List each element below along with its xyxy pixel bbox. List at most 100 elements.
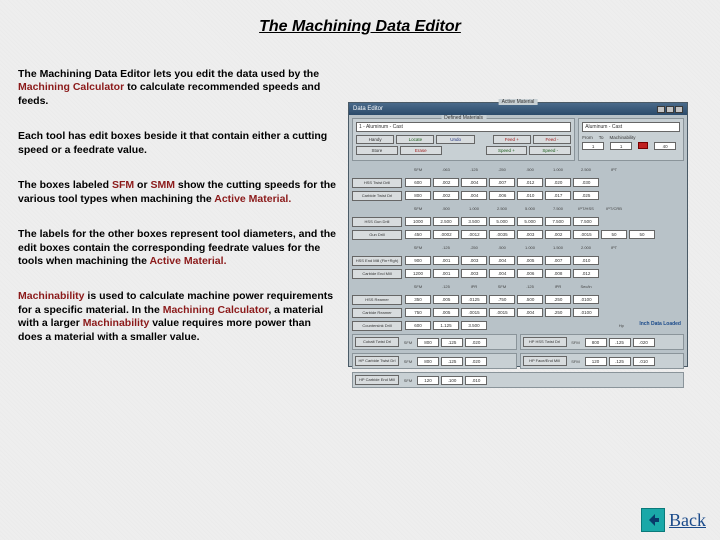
data-cell[interactable]: .0100 [573,308,599,317]
data-cell[interactable]: .010 [517,191,543,200]
data-cell[interactable]: 900 [405,256,431,265]
data-cell[interactable]: .025 [573,191,599,200]
data-cell[interactable]: .004 [461,191,487,200]
data-cell[interactable]: .004 [489,269,515,278]
data-cell[interactable]: .012 [573,269,599,278]
data-cell[interactable]: .004 [517,308,543,317]
data-cell[interactable]: .0035 [489,230,515,239]
minimize-icon[interactable] [657,106,665,113]
data-cell[interactable]: 2.500 [433,217,459,226]
speed-plus-button[interactable]: Speed + [486,146,528,155]
data-cell[interactable]: 1200 [405,269,431,278]
feed-minus-button[interactable]: Feed - [533,135,571,144]
data-cell[interactable]: 3.500 [461,321,487,330]
data-cell[interactable]: .006 [489,191,515,200]
data-cell[interactable]: .250 [545,295,571,304]
data-cell[interactable]: .030 [573,178,599,187]
data-cell[interactable]: .125 [609,357,631,366]
data-cell[interactable]: 600 [405,321,431,330]
to-input[interactable]: 1 [610,142,632,150]
data-cell[interactable]: .003 [461,256,487,265]
maximize-icon[interactable] [666,106,674,113]
data-cell[interactable]: 5.000 [489,217,515,226]
data-cell[interactable]: 50 [629,230,655,239]
col-header: .063 [433,165,459,174]
machinability-input[interactable]: 40 [654,142,676,150]
data-cell[interactable]: 600 [405,178,431,187]
data-cell[interactable]: .0015 [573,230,599,239]
data-cell[interactable]: .020 [465,357,487,366]
data-cell[interactable]: .125 [609,338,631,347]
para-3: The boxes labeled SFM or SMM show the cu… [18,179,338,206]
data-cell[interactable]: .001 [433,256,459,265]
data-cell[interactable]: .750 [489,295,515,304]
data-cell[interactable]: .0125 [461,295,487,304]
data-cell[interactable]: .125 [441,357,463,366]
data-cell[interactable]: .010 [633,357,655,366]
data-cell[interactable]: .002 [433,191,459,200]
locate-button[interactable]: Locate [396,135,434,144]
erase-button[interactable]: Erase [400,146,442,155]
feed-plus-button[interactable]: Feed + [493,135,531,144]
data-cell[interactable]: 120 [417,376,439,385]
data-cell[interactable]: 5.000 [517,217,543,226]
data-cell[interactable]: .006 [517,269,543,278]
data-cell[interactable]: .004 [461,178,487,187]
bottom-panel: Cobalt Twist DrlSFM800.125.020 [352,334,517,350]
data-cell[interactable]: 1000 [405,217,431,226]
data-cell[interactable]: .002 [433,178,459,187]
data-cell[interactable]: .001 [433,269,459,278]
close-icon[interactable] [675,106,683,113]
data-cell[interactable]: 50 [601,230,627,239]
data-cell[interactable]: .0002 [433,230,459,239]
data-cell[interactable]: .010 [573,256,599,265]
data-cell[interactable]: 1.125 [433,321,459,330]
col-header: SFM [405,243,431,252]
handy-button[interactable]: Handy [356,135,394,144]
undo-button[interactable]: Undo [436,135,474,144]
data-cell[interactable]: .004 [489,256,515,265]
data-cell[interactable]: .002 [545,230,571,239]
data-cell[interactable]: .0012 [461,230,487,239]
store-button[interactable]: Store [356,146,398,155]
col-header: 1.500 [545,243,571,252]
back-link[interactable]: Back [641,508,706,532]
data-cell[interactable]: .012 [517,178,543,187]
data-cell[interactable]: 7.500 [545,217,571,226]
window-content: Defined Materials 1 - Aluminum - Cast Ha… [349,115,687,391]
data-cell[interactable]: .0100 [573,295,599,304]
data-cell[interactable]: .020 [465,338,487,347]
data-cell[interactable]: .020 [545,178,571,187]
data-cell[interactable]: .007 [489,178,515,187]
data-cell[interactable]: .500 [517,295,543,304]
data-cell[interactable]: .0015 [461,308,487,317]
data-cell[interactable]: .020 [633,338,655,347]
data-cell[interactable]: .003 [461,269,487,278]
data-cell[interactable]: 800 [585,338,607,347]
data-cell[interactable]: .0015 [489,308,515,317]
data-cell[interactable]: .017 [545,191,571,200]
data-cell[interactable]: 3.500 [461,217,487,226]
data-cell[interactable]: .250 [545,308,571,317]
speed-minus-button[interactable]: Speed - [529,146,571,155]
data-cell[interactable]: 750 [405,308,431,317]
data-cell[interactable]: .008 [545,269,571,278]
data-cell[interactable]: 800 [417,338,439,347]
data-cell[interactable]: .010 [465,376,487,385]
material-dropdown[interactable]: 1 - Aluminum - Cast [356,122,571,132]
data-cell[interactable]: 120 [585,357,607,366]
from-input[interactable]: 1 [582,142,604,150]
data-cell[interactable]: 350 [405,295,431,304]
data-cell[interactable]: .005 [433,308,459,317]
data-cell[interactable]: 800 [405,191,431,200]
data-cell[interactable]: 450 [405,230,431,239]
data-cell[interactable]: 7.500 [573,217,599,226]
data-cell[interactable]: .100 [441,376,463,385]
data-cell[interactable]: .003 [517,230,543,239]
data-cell[interactable]: .005 [433,295,459,304]
data-cell[interactable]: .005 [517,256,543,265]
data-cell[interactable]: 800 [417,357,439,366]
data-cell[interactable]: .125 [441,338,463,347]
data-cell[interactable]: .007 [545,256,571,265]
active-material-field[interactable]: Aluminum - Cast [582,122,680,132]
